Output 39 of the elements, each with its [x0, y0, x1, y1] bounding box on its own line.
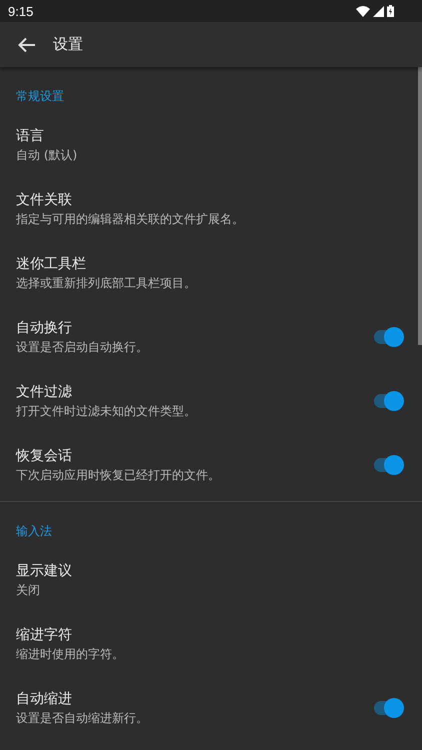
signal-icon — [373, 6, 384, 16]
settings-item[interactable]: 缩进字符 缩进时使用的字符。 — [0, 612, 422, 676]
item-summary: 缩进时使用的字符。 — [16, 646, 124, 662]
wifi-icon — [356, 6, 370, 16]
toggle-switch[interactable] — [374, 455, 404, 475]
item-title: 迷你工具栏 — [16, 254, 87, 272]
toggle-switch[interactable] — [374, 391, 404, 411]
section-header: 常规设置 — [15, 88, 65, 105]
settings-item[interactable]: 自动换行 设置是否启动自动换行。 — [0, 305, 422, 369]
item-title: 恢复会话 — [16, 446, 73, 464]
item-summary: 自动 (默认) — [16, 146, 78, 164]
settings-item[interactable]: 迷你工具栏 选择或重新排列底部工具栏项目。 — [0, 241, 422, 305]
item-title: 显示建议 — [16, 562, 72, 580]
back-arrow-icon[interactable] — [18, 36, 36, 52]
item-title: 缩进字符 — [16, 626, 73, 644]
item-summary: 选择或重新排列底部工具栏项目。 — [16, 274, 196, 292]
item-summary: 指定与可用的编辑器相关联的文件扩展名。 — [16, 210, 244, 228]
section-header: 输入法 — [15, 523, 53, 540]
settings-item[interactable]: 自动缩进 设置是否自动缩进新行。 — [0, 676, 422, 740]
battery-icon — [387, 5, 394, 17]
toggle-switch[interactable] — [374, 698, 404, 718]
settings-item[interactable]: 文件过滤 打开文件时过滤未知的文件类型。 — [0, 369, 422, 433]
item-summary: 打开文件时过滤未知的文件类型。 — [16, 402, 196, 420]
settings-item[interactable]: 显示建议 关闭 — [0, 548, 422, 612]
settings-item[interactable]: 恢复会话 下次启动应用时恢复已经打开的文件。 — [0, 433, 422, 497]
page-title: 设置 — [53, 35, 83, 54]
toggle-switch[interactable] — [374, 327, 404, 347]
item-title: 语言 — [16, 126, 45, 144]
item-summary: 设置是否启动自动换行。 — [16, 338, 148, 356]
item-summary: 设置是否自动缩进新行。 — [16, 710, 148, 726]
item-title: 文件关联 — [16, 190, 73, 208]
item-title: 自动缩进 — [16, 690, 73, 708]
settings-item[interactable]: 语言 自动 (默认) — [0, 113, 422, 177]
status-time: 9:15 — [8, 4, 34, 18]
item-summary: 下次启动应用时恢复已经打开的文件。 — [16, 466, 220, 484]
item-title: 自动换行 — [16, 318, 73, 336]
item-summary: 关闭 — [16, 582, 41, 598]
settings-item[interactable]: 文件关联 指定与可用的编辑器相关联的文件扩展名。 — [0, 177, 422, 241]
item-title: 文件过滤 — [16, 382, 73, 400]
